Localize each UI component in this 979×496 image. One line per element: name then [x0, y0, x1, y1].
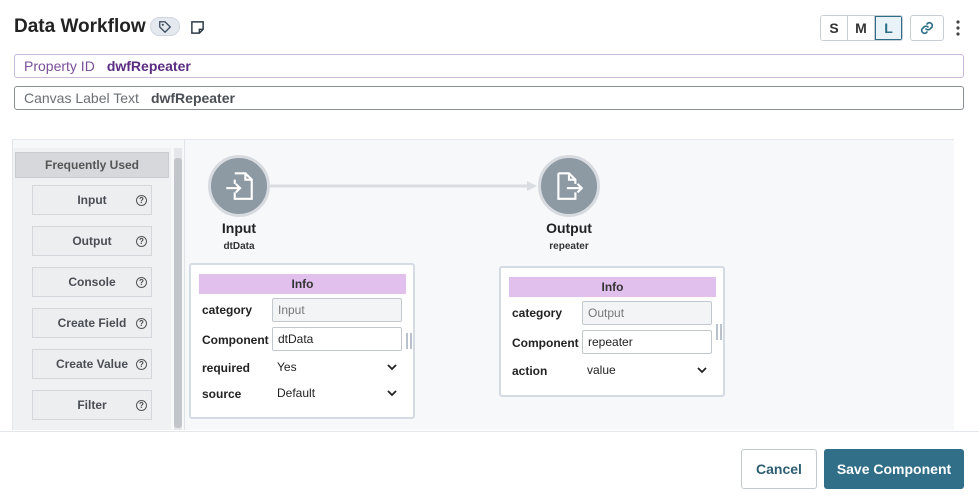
input-node[interactable] [208, 155, 270, 217]
palette-item-label: Create Field [57, 316, 127, 330]
info-row-label: Component [512, 336, 579, 350]
kebab-menu-icon[interactable] [952, 18, 964, 38]
dialog-footer: Cancel Save Component [0, 431, 979, 496]
page-title: Data Workflow [14, 16, 146, 37]
palette-heading: Frequently Used [15, 152, 169, 178]
palette-item-label: Filter [77, 398, 107, 412]
palette-item-output[interactable]: Output ? [32, 226, 152, 256]
info-heading: Info [509, 277, 716, 297]
note-icon[interactable] [188, 18, 206, 36]
node-palette: Frequently Used Input ? Output ? Console… [13, 148, 171, 430]
help-icon[interactable]: ? [136, 277, 147, 288]
action-select[interactable]: value [582, 359, 712, 381]
chevron-down-icon [387, 364, 397, 371]
component-input[interactable]: repeater [582, 330, 712, 354]
palette-item-label: Create Value [55, 357, 129, 371]
file-export-icon [557, 172, 584, 200]
size-large-button[interactable]: L [875, 16, 902, 40]
cancel-button[interactable]: Cancel [741, 449, 817, 489]
category-field: Input [272, 298, 402, 322]
output-info-panel: Info category Output Component repeater … [499, 266, 725, 397]
file-import-icon [226, 172, 253, 200]
category-field: Output [582, 301, 712, 325]
info-row-label: category [512, 306, 563, 320]
input-node-title: Input [221, 220, 257, 236]
info-row-label: Component [202, 333, 269, 347]
palette-item-label: Input [77, 193, 107, 207]
action-select-value: value [587, 363, 616, 377]
property-id-value: dwfRepeater [106, 58, 191, 74]
palette-item-create-value[interactable]: Create Value ? [32, 349, 152, 379]
workflow-canvas[interactable]: Input dtData Output repeater Info catego… [184, 140, 954, 430]
info-row-label: required [202, 361, 251, 375]
palette-item-create-field[interactable]: Create Field ? [32, 308, 152, 338]
help-icon[interactable]: ? [136, 318, 147, 329]
size-medium-button[interactable]: M [848, 16, 875, 40]
help-icon[interactable]: ? [136, 236, 147, 247]
header-bar: Data Workflow S M L [14, 14, 965, 42]
input-node-subtitle: dtData [223, 241, 255, 252]
palette-item-input[interactable]: Input ? [32, 185, 152, 215]
tag-icon[interactable] [150, 17, 180, 36]
link-icon[interactable] [910, 15, 944, 41]
help-icon[interactable]: ? [136, 195, 147, 206]
palette-item-label: Output [72, 234, 112, 248]
palette-scrollbar-thumb[interactable] [174, 158, 182, 428]
save-component-button[interactable]: Save Component [824, 449, 964, 489]
size-small-button[interactable]: S [821, 16, 848, 40]
help-icon[interactable]: ? [136, 400, 147, 411]
output-node[interactable] [538, 155, 600, 217]
component-input[interactable]: dtData [272, 327, 402, 351]
info-row-label: source [202, 387, 242, 401]
resize-grip-icon[interactable] [406, 333, 412, 349]
required-select[interactable]: Yes [272, 356, 402, 378]
source-select-value: Default [277, 386, 316, 400]
palette-item-label: Console [68, 275, 116, 289]
chevron-down-icon [387, 390, 397, 397]
info-heading: Info [199, 274, 406, 294]
chevron-down-icon [697, 367, 707, 374]
canvas-label-value: dwfRepeater [150, 90, 235, 106]
property-id-label: Property ID [24, 58, 95, 74]
canvas-label-label: Canvas Label Text [24, 90, 139, 106]
required-select-value: Yes [277, 360, 297, 374]
property-id-field[interactable]: Property ID dwfRepeater [14, 54, 964, 78]
resize-grip-icon[interactable] [716, 324, 722, 340]
size-toggle-group: S M L [820, 15, 903, 41]
palette-item-filter[interactable]: Filter ? [32, 390, 152, 420]
output-node-subtitle: repeater [549, 241, 589, 252]
help-icon[interactable]: ? [136, 359, 147, 370]
palette-item-console[interactable]: Console ? [32, 267, 152, 297]
info-row-label: category [202, 303, 253, 317]
source-select[interactable]: Default [272, 382, 402, 404]
input-info-panel: Info category Input Component dtData req… [189, 263, 415, 419]
output-node-title: Output [546, 220, 592, 236]
canvas-label-field[interactable]: Canvas Label Text dwfRepeater [14, 86, 964, 110]
info-row-label: action [512, 364, 548, 378]
workflow-editor: Frequently Used Input ? Output ? Console… [12, 139, 954, 430]
